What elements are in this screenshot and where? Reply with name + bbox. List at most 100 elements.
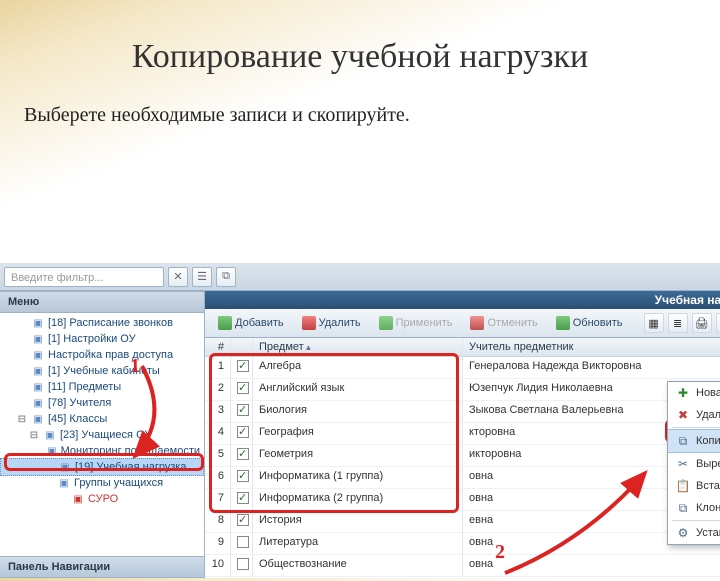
table-row[interactable]: 3БиологияЗыкова Светлана Валерьевна: [205, 401, 720, 423]
cell-subject: Обществознание: [253, 555, 463, 576]
table-row[interactable]: 11Основы безопасности жизнедеятельнльевн…: [205, 577, 720, 578]
row-checkbox-cell[interactable]: [231, 357, 253, 378]
row-number: 6: [205, 467, 231, 488]
folder-icon: ▣: [32, 365, 44, 377]
apply-button[interactable]: Применить: [372, 313, 460, 333]
row-checkbox-cell[interactable]: [231, 379, 253, 400]
col-teacher-header[interactable]: Учитель предметник: [463, 338, 720, 356]
grid-icon-button[interactable]: ▦: [644, 313, 664, 333]
context-menu-item[interactable]: ⧉Копировать запись: [668, 429, 720, 453]
table-row[interactable]: 7Информатика (2 группа)овна: [205, 489, 720, 511]
row-number: 2: [205, 379, 231, 400]
tree-item[interactable]: ▣[1] Учебные кабинеты: [0, 363, 204, 379]
data-grid[interactable]: # Предмет Учитель предметник 1АлгебраГен…: [205, 338, 720, 578]
cancel-icon: [470, 316, 484, 330]
refresh-button[interactable]: Обновить: [549, 313, 630, 333]
cell-teacher: Генералова Надежда Викторовна: [463, 357, 720, 378]
checkbox-icon: [237, 360, 249, 372]
folder-icon: ▣: [59, 461, 71, 473]
cancel-button[interactable]: Отменить: [463, 313, 544, 333]
checkbox-icon: [237, 426, 249, 438]
col-num-header[interactable]: #: [205, 338, 231, 356]
context-menu-icon: ✚: [676, 386, 690, 400]
checkbox-icon: [237, 470, 249, 482]
tree-item[interactable]: ▣СУРО: [0, 491, 204, 507]
tree-item-label: Группы учащихся: [74, 477, 163, 489]
clear-filter-button[interactable]: ✕: [168, 267, 188, 287]
tree-item[interactable]: ▣Настройка прав доступа: [0, 347, 204, 363]
tree-item[interactable]: ⊟▣[23] Учащиеся ОУ: [0, 427, 204, 443]
tree-item-label: [19] Учебная нагрузка: [75, 461, 187, 473]
navigation-tree[interactable]: ▣[18] Расписание звонков▣[1] Настройки О…: [0, 313, 204, 556]
row-checkbox-cell[interactable]: [231, 533, 253, 554]
col-subject-header[interactable]: Предмет: [253, 338, 463, 356]
row-checkbox-cell[interactable]: [231, 467, 253, 488]
table-row[interactable]: 10Обществознаниеовна: [205, 555, 720, 577]
filter-input[interactable]: Введите фильтр...: [4, 267, 164, 287]
context-menu-item[interactable]: ✖Удалить запись: [668, 404, 720, 426]
context-menu-item[interactable]: ⚙ Установка значений: [668, 522, 720, 544]
checkbox-icon: [237, 536, 249, 548]
table-row[interactable]: 8Историяевна: [205, 511, 720, 533]
tree-bullet-icon: [16, 349, 28, 361]
context-menu-icon: 📋: [676, 479, 690, 493]
cell-teacher: льевна: [463, 577, 720, 578]
tree-item[interactable]: ⊟▣[45] Классы: [0, 411, 204, 427]
tree-item[interactable]: ▣ Группы учащихся: [0, 475, 204, 491]
cell-subject: Биология: [253, 401, 463, 422]
delete-button[interactable]: Удалить: [295, 313, 368, 333]
col-check-header[interactable]: [231, 338, 253, 356]
row-checkbox-cell[interactable]: [231, 555, 253, 576]
table-row[interactable]: 5Геометрияикторовна: [205, 445, 720, 467]
context-menu-label: Установка значений: [696, 527, 720, 539]
tree-item-label: [45] Классы: [48, 413, 107, 425]
table-row[interactable]: 9Литератураовна: [205, 533, 720, 555]
filter-settings-button[interactable]: ⧉: [216, 267, 236, 287]
cell-subject: Английский язык: [253, 379, 463, 400]
filter-icon-button[interactable]: ▾: [716, 313, 720, 333]
tree-bullet-icon: [16, 317, 28, 329]
row-checkbox-cell[interactable]: [231, 511, 253, 532]
tree-item[interactable]: ▣[18] Расписание звонков: [0, 315, 204, 331]
row-checkbox-cell[interactable]: [231, 423, 253, 444]
row-checkbox-cell[interactable]: [231, 445, 253, 466]
row-checkbox-cell[interactable]: [231, 489, 253, 510]
table-row[interactable]: 2Английский языкЮзепчук Лидия Николаевна: [205, 379, 720, 401]
cell-subject: Информатика (2 группа): [253, 489, 463, 510]
checkbox-icon: [237, 514, 249, 526]
context-menu-icon: ⚙: [676, 526, 690, 540]
checkbox-icon: [237, 404, 249, 416]
table-row[interactable]: 1АлгебраГенералова Надежда Викторовна: [205, 357, 720, 379]
context-menu-item[interactable]: 📋Вставить запись: [668, 475, 720, 497]
context-menu-item[interactable]: ✂Вырезать запись: [668, 453, 720, 475]
context-menu[interactable]: ✚Новая запись✖Удалить запись ⧉Копировать …: [667, 381, 720, 545]
folder-icon: ▣: [58, 477, 70, 489]
context-menu-item[interactable]: ⧉Клонировать запись: [668, 497, 720, 519]
tree-item[interactable]: ▣[1] Настройки ОУ: [0, 331, 204, 347]
row-number: 7: [205, 489, 231, 510]
tree-item[interactable]: ▣Мониторинг посещаемости: [0, 443, 204, 459]
table-row[interactable]: 6Информатика (1 группа)овна: [205, 467, 720, 489]
context-menu-label: Вырезать запись: [696, 458, 720, 470]
add-button[interactable]: Добавить: [211, 313, 291, 333]
row-checkbox-cell[interactable]: [231, 577, 253, 578]
tree-item[interactable]: ▣[78] Учителя: [0, 395, 204, 411]
table-row[interactable]: 4Географиякторовна: [205, 423, 720, 445]
tree-item[interactable]: ▣ [11] Предметы: [0, 379, 204, 395]
row-checkbox-cell[interactable]: [231, 401, 253, 422]
context-menu-item[interactable]: ✚Новая запись: [668, 382, 720, 404]
tree-item-label: Настройка прав доступа: [48, 349, 173, 361]
tree-bullet-icon: [56, 493, 68, 505]
print-icon-button[interactable]: 🖨: [692, 313, 712, 333]
folder-icon: ▣: [32, 381, 44, 393]
filter-tree-button[interactable]: ☰: [192, 267, 212, 287]
tree-bullet-icon: [42, 477, 54, 489]
tree-item[interactable]: ▣ [19] Учебная нагрузка: [0, 458, 204, 476]
list-icon-button[interactable]: ≣: [668, 313, 688, 333]
annotation-number-2: 2: [495, 541, 505, 564]
cell-subject: География: [253, 423, 463, 444]
tree-item-label: [11] Предметы: [48, 381, 121, 393]
tree-item-label: [78] Учителя: [48, 397, 111, 409]
tree-bullet-icon: [16, 397, 28, 409]
tree-bullet-icon: [16, 333, 28, 345]
